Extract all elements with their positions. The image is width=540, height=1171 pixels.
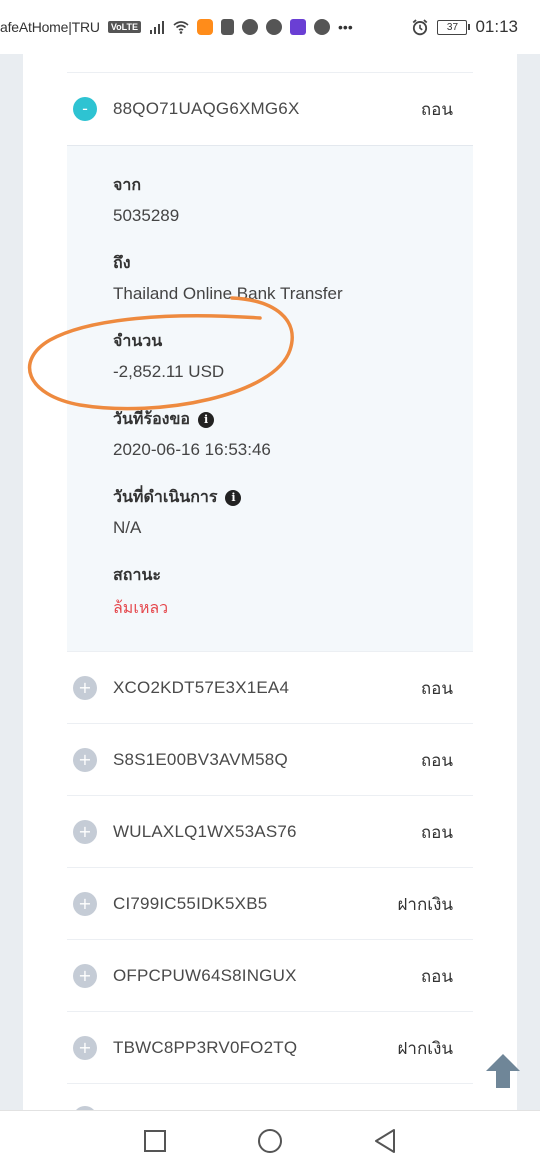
transaction-type: ถอน [420, 750, 453, 771]
system-nav-bar [0, 1110, 540, 1171]
transaction-type: ถอน [420, 678, 453, 699]
transaction-row[interactable]: + XCO2KDT57E3X1EA4 ถอน [67, 651, 473, 724]
transaction-id: S8S1E00BV3AVM58Q [113, 750, 288, 769]
transaction-id: XCO2KDT57E3X1EA4 [113, 678, 290, 697]
amount-value: -2,852.11 USD [113, 362, 225, 381]
pinterest-icon [314, 19, 331, 35]
processed-date-label-text: วันที่ดำเนินการ [113, 487, 218, 506]
expand-icon[interactable]: + [73, 748, 97, 772]
alarm-icon [413, 19, 428, 36]
from-value: 5035289 [113, 206, 180, 225]
status-right: 37 01:13 [411, 0, 518, 54]
transaction-row[interactable]: + TBWC8PP3RV0FO2TQ ฝากเงิน [67, 1011, 473, 1084]
app-notification-icon [197, 19, 214, 35]
transaction-row[interactable]: + WULAXLQ1WX53AS76 ถอน [67, 795, 473, 868]
to-value: Thailand Online Bank Transfer [113, 284, 343, 303]
wifi-icon [173, 21, 189, 34]
amount-label: จำนวน [113, 329, 162, 354]
transaction-type: ถอน [420, 99, 453, 120]
status-bar: afeAtHome|TRU VoLTE ••• 37 01:13 [0, 0, 540, 54]
info-icon[interactable]: i [198, 411, 215, 428]
requested-date-label-text: วันที่ร้องขอ [113, 409, 191, 428]
amount-label-text: จำนวน [113, 331, 163, 350]
volte-badge: VoLTE [107, 21, 142, 33]
carrier-label: afeAtHome|TRU [0, 19, 100, 35]
transaction-type: ฝากเงิน [397, 894, 453, 915]
expand-icon[interactable]: + [73, 892, 97, 916]
chat-app-icon [266, 19, 283, 35]
transaction-type: ถอน [420, 822, 453, 843]
transaction-id: CI799IC55IDK5XB5 [113, 894, 268, 913]
expand-icon[interactable]: + [73, 1036, 97, 1060]
transaction-type: ถอน [420, 966, 453, 987]
from-label-text: จาก [113, 175, 142, 194]
circle-nav-icon[interactable] [255, 1126, 285, 1156]
transaction-type: ฝากเงิน [397, 1038, 453, 1059]
from-label: จาก [113, 173, 141, 198]
triangle-back-icon[interactable] [370, 1126, 400, 1156]
expand-icon[interactable]: + [73, 964, 97, 988]
processed-date-value: N/A [113, 518, 142, 537]
status-left: afeAtHome|TRU VoLTE ••• [0, 0, 353, 54]
transaction-list: - 88QO71UAQG6XMG6X ถอน จาก 5035289 ถึง T… [23, 54, 517, 1110]
transaction-row[interactable]: - 88QO71UAQG6XMG6X ถอน [67, 72, 473, 145]
to-label-text: ถึง [113, 253, 131, 272]
collapse-icon[interactable]: - [73, 97, 97, 121]
transaction-id: TBWC8PP3RV0FO2TQ [113, 1038, 298, 1057]
arrow-up-icon[interactable] [482, 1050, 524, 1092]
transaction-id: 88QO71UAQG6XMG6X [113, 99, 300, 118]
requested-date-label: วันที่ร้องขอ i [113, 407, 215, 432]
requested-date-value: 2020-06-16 16:53:46 [113, 440, 271, 459]
square-nav-icon[interactable] [140, 1126, 170, 1156]
to-label: ถึง [113, 251, 131, 276]
transaction-detail-panel: จาก 5035289 ถึง Thailand Online Bank Tra… [67, 145, 473, 652]
status-label: สถานะ [113, 563, 161, 588]
more-notifications-icon: ••• [338, 19, 353, 35]
clock: 01:13 [475, 17, 518, 36]
expand-icon[interactable]: + [73, 676, 97, 700]
lazada-app-icon [290, 19, 307, 35]
line-app-icon [242, 19, 259, 35]
transaction-row-partial[interactable] [67, 1083, 473, 1110]
signal-icon [150, 21, 165, 34]
info-icon[interactable]: i [225, 489, 242, 506]
transaction-id: WULAXLQ1WX53AS76 [113, 822, 297, 841]
expand-icon[interactable]: + [73, 820, 97, 844]
battery-indicator: 37 [437, 19, 471, 35]
shopping-bag-icon [221, 19, 235, 35]
transaction-id: OFPCPUW64S8INGUX [113, 966, 297, 985]
processed-date-label: วันที่ดำเนินการ i [113, 485, 242, 510]
transaction-row[interactable]: + OFPCPUW64S8INGUX ถอน [67, 939, 473, 1012]
status-label-text: สถานะ [113, 565, 161, 584]
transaction-row[interactable]: + CI799IC55IDK5XB5 ฝากเงิน [67, 867, 473, 940]
status-value: ล้มเหลว [113, 598, 169, 617]
transaction-row[interactable]: + S8S1E00BV3AVM58Q ถอน [67, 723, 473, 796]
